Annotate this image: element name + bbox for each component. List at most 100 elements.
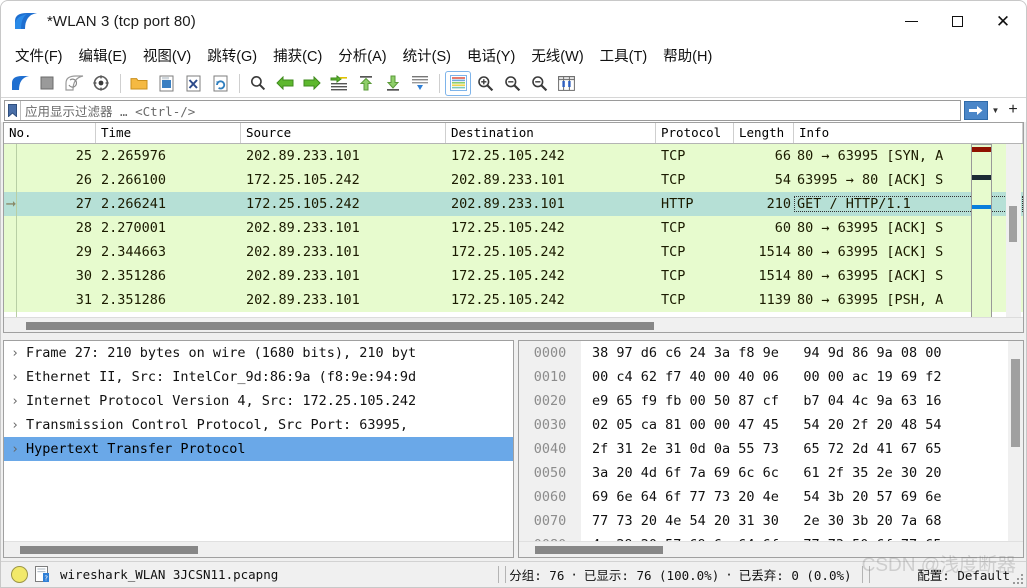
detail-tree-row[interactable]: › Internet Protocol Version 4, Src: 172.… — [4, 389, 513, 413]
hex-offset: 0070 — [519, 509, 581, 533]
column-header-no[interactable]: No. — [4, 123, 96, 143]
open-file-icon[interactable] — [126, 71, 152, 96]
chevron-right-icon[interactable]: › — [4, 394, 26, 409]
colorize-packets-icon[interactable] — [445, 70, 471, 96]
menu-view[interactable]: 视图(V) — [135, 42, 199, 69]
table-row[interactable]: 31 2.351286 202.89.233.101 172.25.105.24… — [4, 288, 1023, 312]
bookmark-icon[interactable] — [5, 100, 21, 120]
scrollbar-thumb[interactable] — [26, 322, 654, 330]
packet-bytes-pane: 0000 38 97 d6 c6 24 3a f8 9e 94 9d 86 9a… — [518, 340, 1024, 558]
restart-capture-icon[interactable] — [61, 71, 87, 96]
minimize-button[interactable] — [888, 1, 934, 41]
table-row[interactable]: 28 2.270001 202.89.233.101 172.25.105.24… — [4, 216, 1023, 240]
table-row[interactable]: 26 2.266100 172.25.105.242 202.89.233.10… — [4, 168, 1023, 192]
zoom-in-icon[interactable] — [472, 71, 498, 96]
cell-protocol: TCP — [661, 148, 686, 164]
map-band-navy — [972, 175, 991, 180]
go-to-packet-icon[interactable] — [326, 71, 352, 96]
detail-tree-row[interactable]: › Transmission Control Protocol, Src Por… — [4, 413, 513, 437]
menu-go[interactable]: 跳转(G) — [199, 42, 265, 69]
zoom-reset-icon[interactable] — [526, 71, 552, 96]
packet-map-scrollbar[interactable] — [971, 144, 992, 332]
close-file-icon[interactable] — [180, 71, 206, 96]
hex-row[interactable]: 0000 38 97 d6 c6 24 3a f8 9e 94 9d 86 9a… — [519, 341, 1023, 365]
go-last-packet-icon[interactable] — [380, 71, 406, 96]
display-filter-placeholder: 应用显示过滤器 … <Ctrl-/> — [25, 103, 196, 119]
detail-tree-row[interactable]: › Ethernet II, Src: IntelCor_9d:86:9a (f… — [4, 365, 513, 389]
table-row-selected[interactable]: 27 2.266241 172.25.105.242 202.89.233.10… — [4, 192, 1023, 216]
column-header-time[interactable]: Time — [96, 123, 241, 143]
menu-statistics[interactable]: 统计(S) — [395, 42, 459, 69]
maximize-button[interactable] — [934, 1, 980, 41]
column-header-info[interactable]: Info — [794, 123, 1023, 143]
menu-help[interactable]: 帮助(H) — [655, 42, 720, 69]
go-back-icon[interactable] — [272, 71, 298, 96]
reload-file-icon[interactable] — [207, 71, 233, 96]
detail-tree-row-selected[interactable]: › Hypertext Transfer Protocol — [4, 437, 513, 461]
cell-no: 30 — [75, 268, 92, 284]
column-header-length[interactable]: Length — [734, 123, 794, 143]
cell-protocol: HTTP — [661, 196, 694, 212]
chevron-down-icon[interactable]: ▼ — [990, 106, 1001, 115]
menu-edit[interactable]: 编辑(E) — [71, 42, 135, 69]
chevron-right-icon[interactable]: › — [4, 418, 26, 433]
configuration-profile[interactable]: 配置: Default — [917, 565, 1026, 584]
hex-row[interactable]: 0010 00 c4 62 f7 40 00 40 06 00 00 ac 19… — [519, 365, 1023, 389]
column-header-protocol[interactable]: Protocol — [656, 123, 734, 143]
chevron-right-icon[interactable]: › — [4, 370, 26, 385]
chevron-right-icon[interactable]: › — [4, 442, 26, 457]
start-capture-icon[interactable] — [7, 71, 33, 96]
menu-file[interactable]: 文件(F) — [7, 42, 71, 69]
bytes-vertical-scrollbar[interactable] — [1008, 341, 1023, 541]
go-first-packet-icon[interactable] — [353, 71, 379, 96]
expert-info-icon[interactable] — [11, 566, 28, 583]
hex-offset: 0000 — [519, 341, 581, 365]
window-title: *WLAN 3 (tcp port 80) — [47, 12, 196, 30]
add-filter-button[interactable]: + — [1005, 102, 1021, 118]
scrollbar-thumb[interactable] — [535, 546, 663, 554]
find-packet-icon[interactable] — [245, 71, 271, 96]
resize-columns-icon[interactable] — [553, 71, 579, 96]
save-file-icon[interactable] — [153, 71, 179, 96]
table-row[interactable]: 29 2.344663 202.89.233.101 172.25.105.24… — [4, 240, 1023, 264]
resize-grip-icon[interactable] — [1013, 574, 1023, 584]
pane-splitter[interactable] — [1, 333, 1026, 340]
chevron-right-icon[interactable]: › — [4, 346, 26, 361]
cell-no: 31 — [75, 292, 92, 308]
packet-list-horizontal-scrollbar[interactable] — [4, 317, 1023, 332]
menu-analyze[interactable]: 分析(A) — [330, 42, 394, 69]
packet-list-header: No. Time Source Destination Protocol Len… — [4, 123, 1023, 144]
menu-telephony[interactable]: 电话(Y) — [459, 42, 523, 69]
cell-length: 60 — [774, 220, 791, 236]
scrollbar-thumb[interactable] — [20, 546, 198, 554]
go-forward-icon[interactable] — [299, 71, 325, 96]
scrollbar-thumb[interactable] — [1009, 206, 1017, 242]
apply-filter-arrow-icon[interactable] — [964, 100, 988, 120]
hex-row[interactable]: 0060 69 6e 64 6f 77 73 20 4e 54 3b 20 57… — [519, 485, 1023, 509]
table-row[interactable]: 30 2.351286 202.89.233.101 172.25.105.24… — [4, 264, 1023, 288]
auto-scroll-icon[interactable] — [407, 71, 433, 96]
column-header-source[interactable]: Source — [241, 123, 446, 143]
menu-capture[interactable]: 捕获(C) — [265, 42, 330, 69]
hex-row[interactable]: 0040 2f 31 2e 31 0d 0a 55 73 65 72 2d 41… — [519, 437, 1023, 461]
hex-row[interactable]: 0050 3a 20 4d 6f 7a 69 6c 6c 61 2f 35 2e… — [519, 461, 1023, 485]
capture-options-icon[interactable] — [88, 71, 114, 96]
zoom-out-icon[interactable] — [499, 71, 525, 96]
menu-tools[interactable]: 工具(T) — [592, 42, 656, 69]
hex-offset: 0060 — [519, 485, 581, 509]
close-button[interactable]: ✕ — [980, 1, 1026, 41]
detail-horizontal-scrollbar[interactable] — [4, 541, 513, 557]
menu-wireless[interactable]: 无线(W) — [523, 42, 591, 69]
hex-row[interactable]: 0070 77 73 20 4e 54 20 31 30 2e 30 3b 20… — [519, 509, 1023, 533]
scrollbar-thumb[interactable] — [1011, 359, 1020, 447]
hex-row[interactable]: 0020 e9 65 f9 fb 00 50 87 cf b7 04 4c 9a… — [519, 389, 1023, 413]
capture-file-icon[interactable]: ? — [35, 566, 50, 583]
detail-tree-row[interactable]: › Frame 27: 210 bytes on wire (1680 bits… — [4, 341, 513, 365]
table-row[interactable]: 25 2.265976 202.89.233.101 172.25.105.24… — [4, 144, 1023, 168]
display-filter-input[interactable]: 应用显示过滤器 … <Ctrl-/> — [4, 99, 961, 121]
column-header-destination[interactable]: Destination — [446, 123, 656, 143]
packet-list-vertical-scrollbar[interactable] — [1006, 144, 1021, 332]
hex-row[interactable]: 0030 02 05 ca 81 00 00 47 45 54 20 2f 20… — [519, 413, 1023, 437]
stop-capture-icon[interactable] — [34, 71, 60, 96]
bytes-horizontal-scrollbar[interactable] — [519, 541, 1023, 557]
